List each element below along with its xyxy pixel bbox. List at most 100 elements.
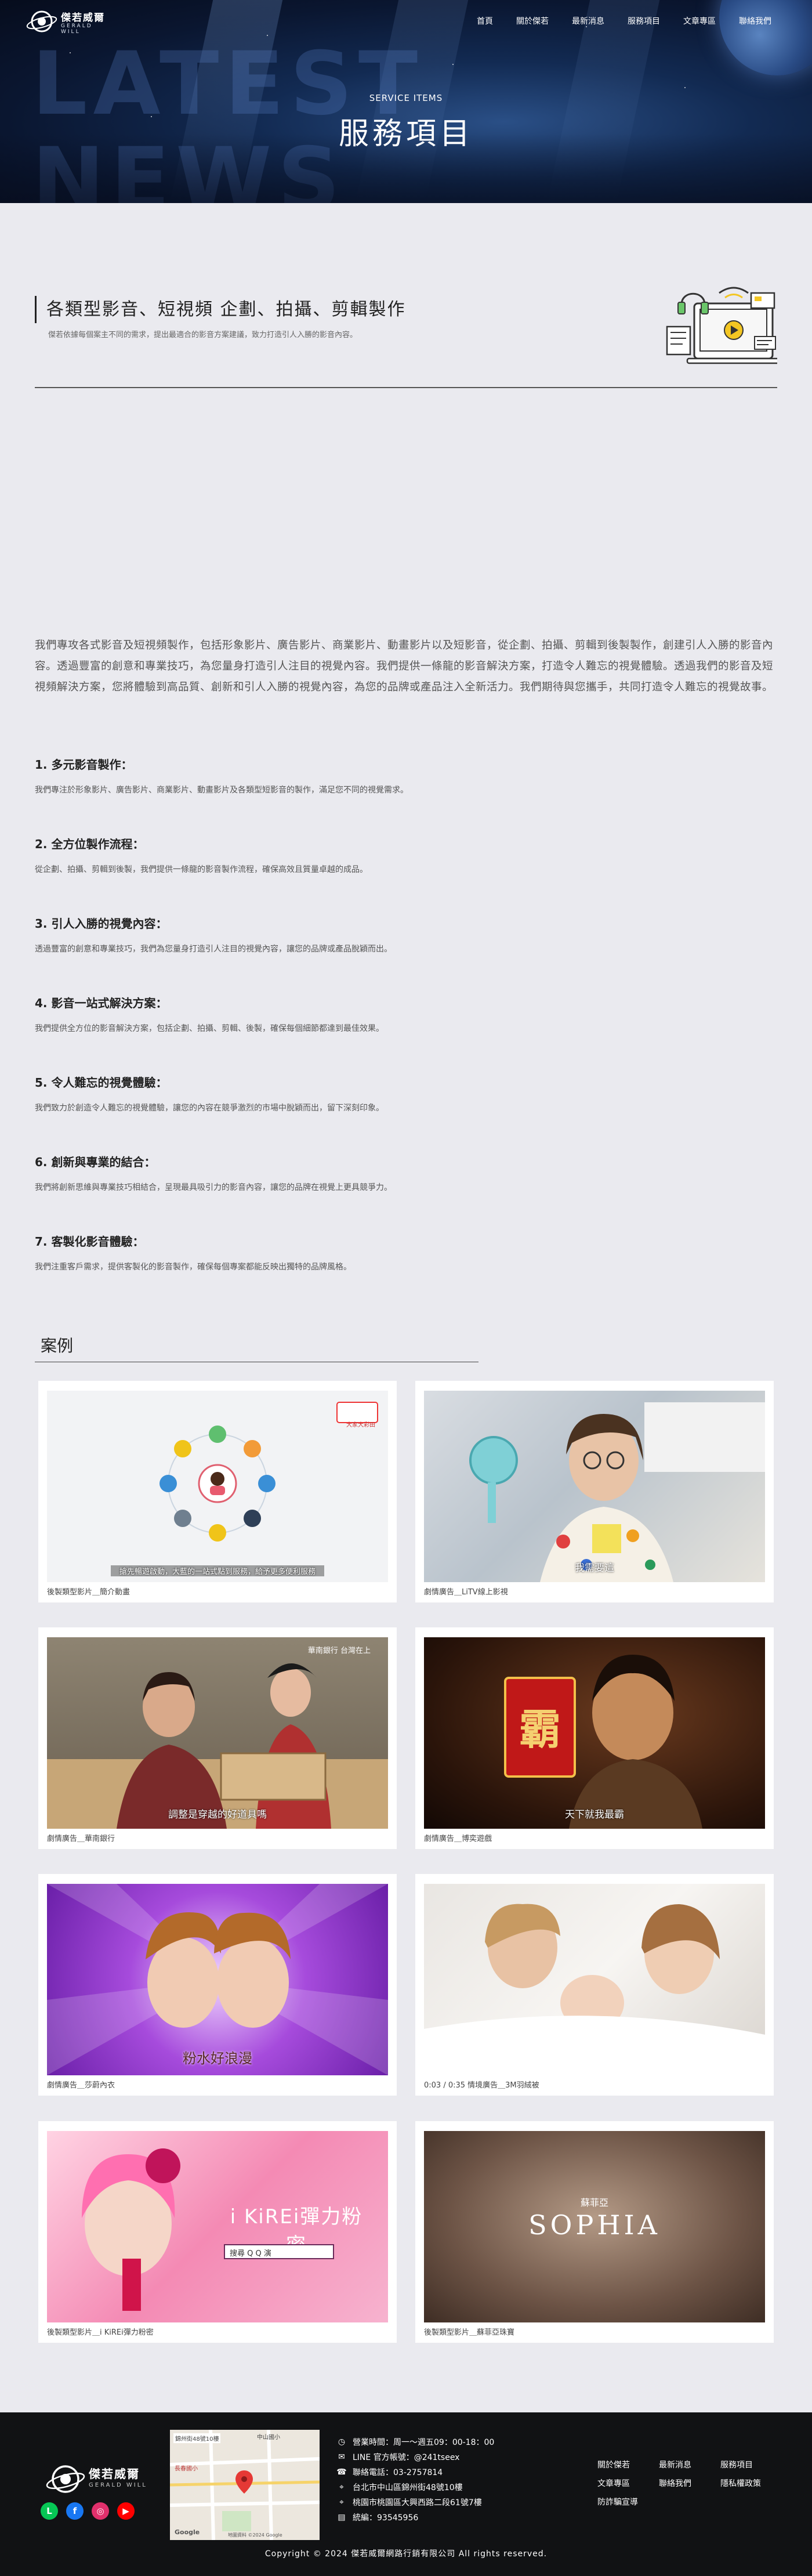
instagram-icon[interactable]: ◎ <box>92 2502 109 2520</box>
location-pin-icon: ⌖ <box>339 2498 344 2507</box>
case-thumbnail[interactable]: 蘇菲亞 SOPHIA <box>424 2131 765 2322</box>
case-card[interactable]: 華南銀行 台灣在上 調整是穿越的好道具嗎 劇情廣告＿華南銀行 <box>38 1627 397 1849</box>
case-thumbnail[interactable]: 粉水好浪漫 <box>47 1884 388 2075</box>
case-caption[interactable]: 劇情廣告＿博奕遊戲 <box>424 1832 492 1843</box>
feature-description: 透過豐富的創意和專業技巧，我們為您量身打造引人注目的視覺內容，讓您的品牌或產品脫… <box>35 945 392 954</box>
footer-link-contact[interactable]: 聯絡我們 <box>659 2477 720 2489</box>
site-logo[interactable]: 傑若威爾 GERALD WILL <box>26 5 113 37</box>
case-caption[interactable]: 0:03 / 0:35 情境廣告＿3M羽絨被 <box>424 2079 539 2090</box>
section-description: 傑若依據每個案主不同的需求，提出最適合的影音方案建議，致力打造引人入勝的影音內容… <box>48 331 358 339</box>
facebook-icon[interactable]: f <box>66 2502 84 2520</box>
video-subtitle: 調整是穿越的好道具嗎 <box>168 1809 267 1821</box>
menu-home[interactable]: 首頁 <box>477 15 493 27</box>
case-thumbnail[interactable]: i KiREi彈力粉密 搜尋 Q Q 演 <box>47 2131 388 2322</box>
case-caption[interactable]: 後製類型影片＿簡介動畫 <box>47 1586 130 1597</box>
case-thumbnail[interactable]: 大家大彩田 搶先暢遊啟動，大藍的一站式點到服務，給予更多便利服務 <box>47 1391 388 1582</box>
map-label: 錦州街48號10樓 <box>173 2433 221 2443</box>
brand-tag: 華南銀行 台灣在上 <box>307 1647 371 1655</box>
map-graphic <box>170 2430 320 2540</box>
logo-icon <box>46 2465 85 2493</box>
feature-description: 我們將創新思維與專業技巧相結合，呈現最具吸引力的影音內容，讓您的品牌在視覺上更具… <box>35 1183 392 1192</box>
case-thumbnail[interactable]: 我需要這 <box>424 1391 765 1582</box>
line-icon[interactable]: L <box>41 2502 58 2520</box>
footer-link-news[interactable]: 最新消息 <box>659 2459 720 2470</box>
brand-logo-text: SOPHIA <box>528 2209 661 2241</box>
scene-illustration <box>424 1904 765 2075</box>
footer-link-services[interactable]: 服務項目 <box>720 2459 782 2470</box>
cases-heading: 案例 <box>41 1336 74 1355</box>
feature-title: 6. 創新與專業的結合： <box>35 1155 156 1169</box>
infographic-illustration <box>160 1402 378 1542</box>
phone-number[interactable]: ☎ 聯絡電話：03-2757814 <box>335 2465 494 2480</box>
case-caption[interactable]: 劇情廣告＿莎蔚內衣 <box>47 2079 115 2090</box>
line-account[interactable]: ✉ LINE 官方帳號：@241tseex <box>335 2450 494 2465</box>
video-subtitle: 搶先暢遊啟動，大藍的一站式點到服務，給予更多便利服務 <box>111 1565 324 1576</box>
logo-name: 傑若威爾 <box>61 12 105 24</box>
hero-sign-text: 霸 <box>519 1705 561 1754</box>
case-caption[interactable]: 劇情廣告＿LiTV線上影視 <box>424 1586 508 1597</box>
social-links: L f ◎ ▶ <box>41 2502 135 2520</box>
feature-point: 5. 令人難忘的視覺體驗： 我們致力於創造令人難忘的視覺體驗，讓您的內容在競爭激… <box>35 1073 777 1113</box>
search-bar-graphic: 搜尋 Q Q 演 <box>224 2244 334 2259</box>
menu-contact[interactable]: 聯絡我們 <box>739 15 771 27</box>
case-card[interactable]: 0:03 / 0:35 情境廣告＿3M羽絨被 <box>415 1874 774 2096</box>
star <box>684 87 686 88</box>
section-title: 各類型影音、短視頻 企劃、拍攝、剪輯製作 <box>46 299 406 320</box>
video-production-illustration <box>666 287 777 364</box>
menu-about[interactable]: 關於傑若 <box>516 15 549 27</box>
scene-illustration <box>504 1655 702 1829</box>
case-thumbnail[interactable]: 霸 天下就我最霸 <box>424 1637 765 1829</box>
case-card[interactable]: i KiREi彈力粉密 搜尋 Q Q 演 後製類型影片＿i KiREi彈力粉密 <box>38 2121 397 2343</box>
title-accent-bar <box>35 296 37 323</box>
youtube-icon[interactable]: ▶ <box>117 2502 135 2520</box>
case-card[interactable]: 我需要這 劇情廣告＿LiTV線上影視 <box>415 1381 774 1602</box>
case-caption[interactable]: 後製類型影片＿i KiREi彈力粉密 <box>47 2326 154 2337</box>
contact-info: ◷ 營業時間：周一～週五09：00-18：00 ✉ LINE 官方帳號：@241ts… <box>335 2434 494 2525</box>
feature-point: 4. 影音一站式解決方案： 我們提供全方位的影音解決方案，包括企劃、拍攝、剪輯、… <box>35 994 777 1034</box>
location-map[interactable]: 錦州街48號10樓 中山國小 長春國小 Google 地圖資料 ©2024 Go… <box>170 2430 320 2540</box>
footer-logo-name: 傑若威爾 <box>89 2467 140 2481</box>
section-divider <box>35 387 777 388</box>
footer-link-about[interactable]: 關於傑若 <box>597 2459 659 2470</box>
menu-services[interactable]: 服務項目 <box>628 15 660 27</box>
feature-point: 1. 多元影音製作： 我們專注於形象影片、廣告影片、商業影片、動畫影片及各類型短… <box>35 755 777 795</box>
case-card[interactable]: 蘇菲亞 SOPHIA 後製類型影片＿蘇菲亞珠寶 <box>415 2121 774 2343</box>
logo-icon <box>26 10 57 32</box>
feature-point: 6. 創新與專業的結合： 我們將創新思維與專業技巧相結合，呈現最具吸引力的影音內… <box>35 1153 777 1193</box>
case-thumbnail[interactable]: 華南銀行 台灣在上 調整是穿越的好道具嗎 <box>47 1637 388 1829</box>
footer-logo[interactable]: 傑若威爾 GERALD WILL <box>45 2459 150 2499</box>
feature-point: 3. 引人入勝的視覺內容： 透過豐富的創意和專業技巧，我們為您量身打造引人注目的… <box>35 914 777 954</box>
case-thumbnail[interactable] <box>424 1884 765 2075</box>
video-subtitle: 粉水好浪漫 <box>183 2050 252 2067</box>
google-logo: Google <box>175 2528 200 2536</box>
case-caption[interactable]: 劇情廣告＿華南銀行 <box>47 1832 115 1843</box>
copyright-text: Copyright © 2024 傑若威爾網路行銷有限公司 All rights… <box>264 2549 548 2559</box>
feature-point: 2. 全方位製作流程： 從企劃、拍攝、剪輯到後製，我們提供一條龍的影音製作流程，… <box>35 835 777 875</box>
feature-title: 5. 令人難忘的視覺體驗： <box>35 1076 168 1090</box>
chat-icon: ✉ <box>338 2452 345 2462</box>
menu-news[interactable]: 最新消息 <box>572 15 604 27</box>
scene-illustration <box>47 1663 388 1829</box>
business-hours: ◷ 營業時間：周一～週五09：00-18：00 <box>335 2434 494 2450</box>
menu-articles[interactable]: 文章專區 <box>683 15 716 27</box>
case-card[interactable]: 粉水好浪漫 劇情廣告＿莎蔚內衣 <box>38 1874 397 2096</box>
feature-description: 我們專注於形象影片、廣告影片、商業影片、動畫影片及各類型短影音的製作，滿足您不同… <box>35 786 408 795</box>
case-card[interactable]: 大家大彩田 搶先暢遊啟動，大藍的一站式點到服務，給予更多便利服務 後製類型影片＿… <box>38 1381 397 1602</box>
feature-description: 從企劃、拍攝、剪輯到後製，我們提供一條龍的影音製作流程，確保高效且質量卓越的成品… <box>35 865 368 874</box>
footer-link-privacy[interactable]: 隱私權政策 <box>720 2477 782 2489</box>
top-navigation: 傑若威爾 GERALD WILL 首頁 關於傑若 最新消息 服務項目 文章專區 … <box>0 0 812 42</box>
address-taoyuan: ⌖ 桃園市桃園區大興西路二段61號7樓 <box>335 2495 494 2510</box>
logo-subtitle: GERALD WILL <box>61 23 93 35</box>
hero-title-block: SERVICE ITEMS 服務項目 <box>0 93 812 153</box>
case-caption[interactable]: 後製類型影片＿蘇菲亞珠寶 <box>424 2326 514 2337</box>
footer-link-articles[interactable]: 文章專區 <box>597 2477 659 2489</box>
location-pin-icon: ⌖ <box>339 2483 344 2492</box>
footer-logo-subtitle: GERALD WILL <box>89 2482 147 2488</box>
video-subtitle: 天下就我最霸 <box>565 1809 624 1821</box>
star <box>452 64 454 65</box>
feature-description: 我們提供全方位的影音解決方案，包括企劃、拍攝、剪輯、後製，確保每個細節都達到最佳… <box>35 1024 384 1033</box>
feature-description: 我們致力於創造令人難忘的視覺體驗，讓您的內容在競爭激烈的市場中脫穎而出，留下深刻… <box>35 1104 384 1113</box>
case-card[interactable]: 霸 天下就我最霸 劇情廣告＿博奕遊戲 <box>415 1627 774 1849</box>
hero-eyebrow: SERVICE ITEMS <box>369 93 443 103</box>
footer-link-fraud-prevention[interactable]: 防詐騙宣導 <box>597 2496 659 2508</box>
